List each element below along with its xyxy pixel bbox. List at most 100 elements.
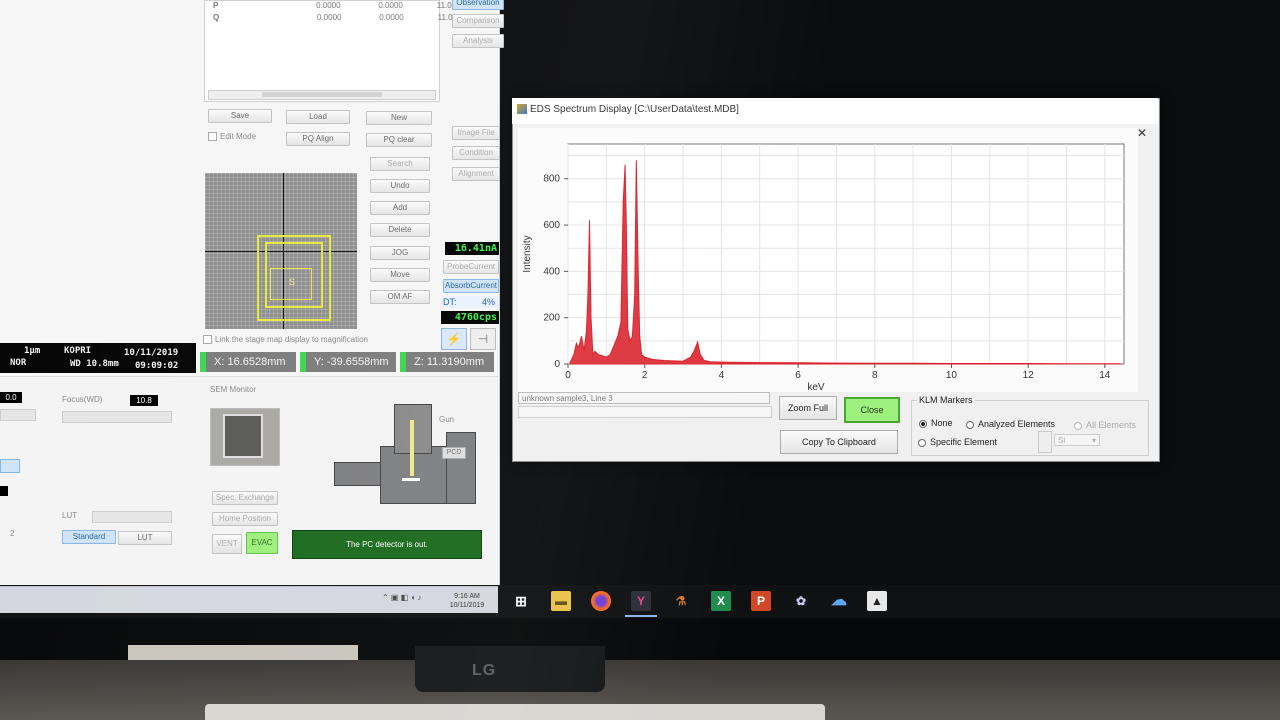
y-tick-label: 400	[543, 266, 560, 277]
vent-button[interactable]: VENT	[212, 534, 242, 554]
spectrum-chart[interactable]: 0 2 4 6 8 10 12 14 0 200 400 600 800 keV Intensity	[518, 128, 1138, 393]
date-label: 10/11/2019	[124, 348, 179, 358]
left-value-field[interactable]: 0.0	[0, 392, 22, 403]
radio-selected-icon[interactable]	[919, 419, 927, 428]
plot-frame	[567, 143, 1125, 365]
scrollbar-thumb[interactable]	[262, 92, 382, 97]
cloud-app-icon[interactable]: ☁	[829, 591, 849, 611]
zoom-full-button[interactable]: Zoom Full	[779, 396, 837, 420]
file-explorer-icon[interactable]: ▬	[551, 591, 571, 611]
klm-option-analyzed[interactable]: Analyzed Elements	[966, 419, 1055, 429]
pq-point-list[interactable]: P 0.0000 0.0000 11.0000 Q 0.0000 0.0000 …	[204, 0, 466, 102]
pq-row-value: 0.0000	[379, 13, 404, 22]
y-axis-label: Intensity	[522, 235, 533, 272]
edit-mode-label: Edit Mode	[220, 132, 257, 141]
edit-mode-checkbox[interactable]: Edit Mode	[208, 132, 257, 142]
count-rate-readout: 4760cps	[441, 311, 499, 324]
sem-monitor-label: SEM Monitor	[210, 385, 257, 394]
home-position-button[interactable]: Home Position	[212, 512, 278, 526]
system-tray-icons[interactable]: ⌃ ▣ ◧ ◖ ♪	[382, 593, 422, 602]
add-button[interactable]: Add	[370, 201, 430, 215]
y-tick-label: 600	[543, 220, 560, 231]
klm-option-specific[interactable]: Specific Element	[918, 437, 997, 447]
delete-button[interactable]: Delete	[370, 223, 430, 237]
lut-button[interactable]: LUT	[118, 531, 172, 545]
standard-button[interactable]: Standard	[62, 530, 116, 544]
image-info-bar: 1μm KOPRI 10/11/2019 NOR WD 10.8mm 09:09…	[0, 343, 196, 373]
checkbox-box[interactable]	[208, 132, 217, 142]
klm-option-all[interactable]: All Elements	[1074, 420, 1136, 430]
klm-option-label: Specific Element	[930, 437, 998, 447]
pq-clear-button[interactable]: PQ clear	[366, 133, 432, 147]
new-button[interactable]: New	[366, 111, 432, 125]
pq-row-value: 0.0000	[378, 1, 403, 10]
flask-app-icon[interactable]: ⚗	[671, 591, 691, 611]
element-spinner[interactable]	[1038, 431, 1052, 453]
undo-button[interactable]: Undo	[370, 179, 430, 193]
save-button[interactable]: Save	[208, 109, 272, 123]
close-button[interactable]: Close	[844, 397, 900, 423]
eds-app-icon[interactable]: Y	[625, 591, 657, 617]
copy-to-clipboard-button[interactable]: Copy To Clipboard	[780, 430, 898, 454]
search-button[interactable]: Search	[370, 157, 430, 171]
radio-icon[interactable]	[966, 420, 974, 429]
stage-marker-label: S	[289, 277, 296, 287]
alignment-button[interactable]: Alignment	[452, 167, 500, 181]
pq-row-q[interactable]: Q 0.0000 0.0000 11.0000	[213, 13, 466, 22]
spec-exchange-button[interactable]: Spec. Exchange	[212, 491, 278, 505]
left-slider[interactable]	[0, 409, 36, 421]
klm-option-label: All Elements	[1086, 420, 1137, 430]
pcd-label: PCD	[442, 447, 466, 459]
stage-y-coordinate: Y: -39.6558mm	[300, 352, 396, 372]
klm-option-label: None	[931, 418, 953, 428]
analysis-tab[interactable]: Analysis	[452, 34, 504, 48]
condition-button[interactable]: Condition	[452, 146, 500, 160]
comparison-tab[interactable]: Comparison	[452, 14, 504, 28]
detector-status-message: The PC detector is out.	[292, 530, 482, 559]
taskbar-clock[interactable]: 9:16 AM 10/11/2019	[442, 592, 492, 610]
sample-holder-image	[223, 414, 263, 458]
om-af-button[interactable]: OM AF	[370, 290, 430, 304]
lightning-icon[interactable]: ⚡	[441, 328, 467, 350]
evac-button[interactable]: EVAC	[246, 532, 278, 554]
move-button[interactable]: Move	[370, 268, 430, 282]
load-button[interactable]: Load	[286, 110, 350, 124]
pq-row-p[interactable]: P 0.0000 0.0000 11.0000	[213, 1, 465, 10]
absorb-current-button[interactable]: AbsorbCurrent	[443, 279, 499, 293]
excel-icon[interactable]: X	[711, 591, 731, 611]
left-toggle-button[interactable]	[0, 459, 20, 473]
link-stage-label: Link the stage map display to magnificat…	[215, 335, 368, 344]
checkbox-box[interactable]	[203, 335, 212, 345]
lut-slider[interactable]	[92, 511, 172, 523]
jog-button[interactable]: JOG	[370, 246, 430, 260]
y-tick-label: 200	[543, 313, 560, 324]
element-select[interactable]: Si ▾	[1054, 434, 1100, 446]
image-viewer-icon[interactable]: ▲	[867, 591, 887, 611]
secondary-status-field	[518, 406, 772, 418]
probe-insert-icon[interactable]: ⊣	[470, 328, 496, 350]
time-label: 09:09:02	[135, 361, 179, 371]
radio-icon[interactable]	[1074, 421, 1082, 430]
observation-tab[interactable]: Observation	[452, 0, 504, 10]
close-icon[interactable]: ✕	[1137, 126, 1147, 140]
klm-option-none[interactable]: None	[919, 418, 953, 428]
powerpoint-icon[interactable]: P	[751, 591, 771, 611]
eds-window-icon	[517, 104, 527, 114]
x-tick-label: 6	[795, 370, 801, 381]
monitor-brand-logo: LG	[472, 662, 497, 679]
focus-slider[interactable]	[62, 411, 172, 423]
network-app-icon[interactable]: ✿	[791, 591, 811, 611]
start-icon[interactable]: ⊞	[511, 591, 531, 611]
radio-icon[interactable]	[918, 438, 926, 447]
electron-beam	[410, 420, 414, 476]
link-stage-map-checkbox[interactable]: Link the stage map display to magnificat…	[203, 335, 368, 345]
spectrum-plot-area[interactable]: 0 2 4 6 8 10 12 14 0 200 400 600 800 keV Intensity	[518, 128, 1138, 393]
pq-align-button[interactable]: PQ Align	[286, 132, 350, 146]
image-file-button[interactable]: Image File	[452, 126, 500, 140]
element-select-value: Si	[1058, 436, 1066, 445]
firefox-icon[interactable]	[591, 591, 611, 611]
clock-time: 9:16 AM	[454, 593, 480, 600]
probe-current-button[interactable]: ProbeCurrent	[443, 260, 499, 274]
y-tick-label: 0	[554, 359, 560, 370]
focus-value-field[interactable]: 10.8	[130, 395, 158, 406]
